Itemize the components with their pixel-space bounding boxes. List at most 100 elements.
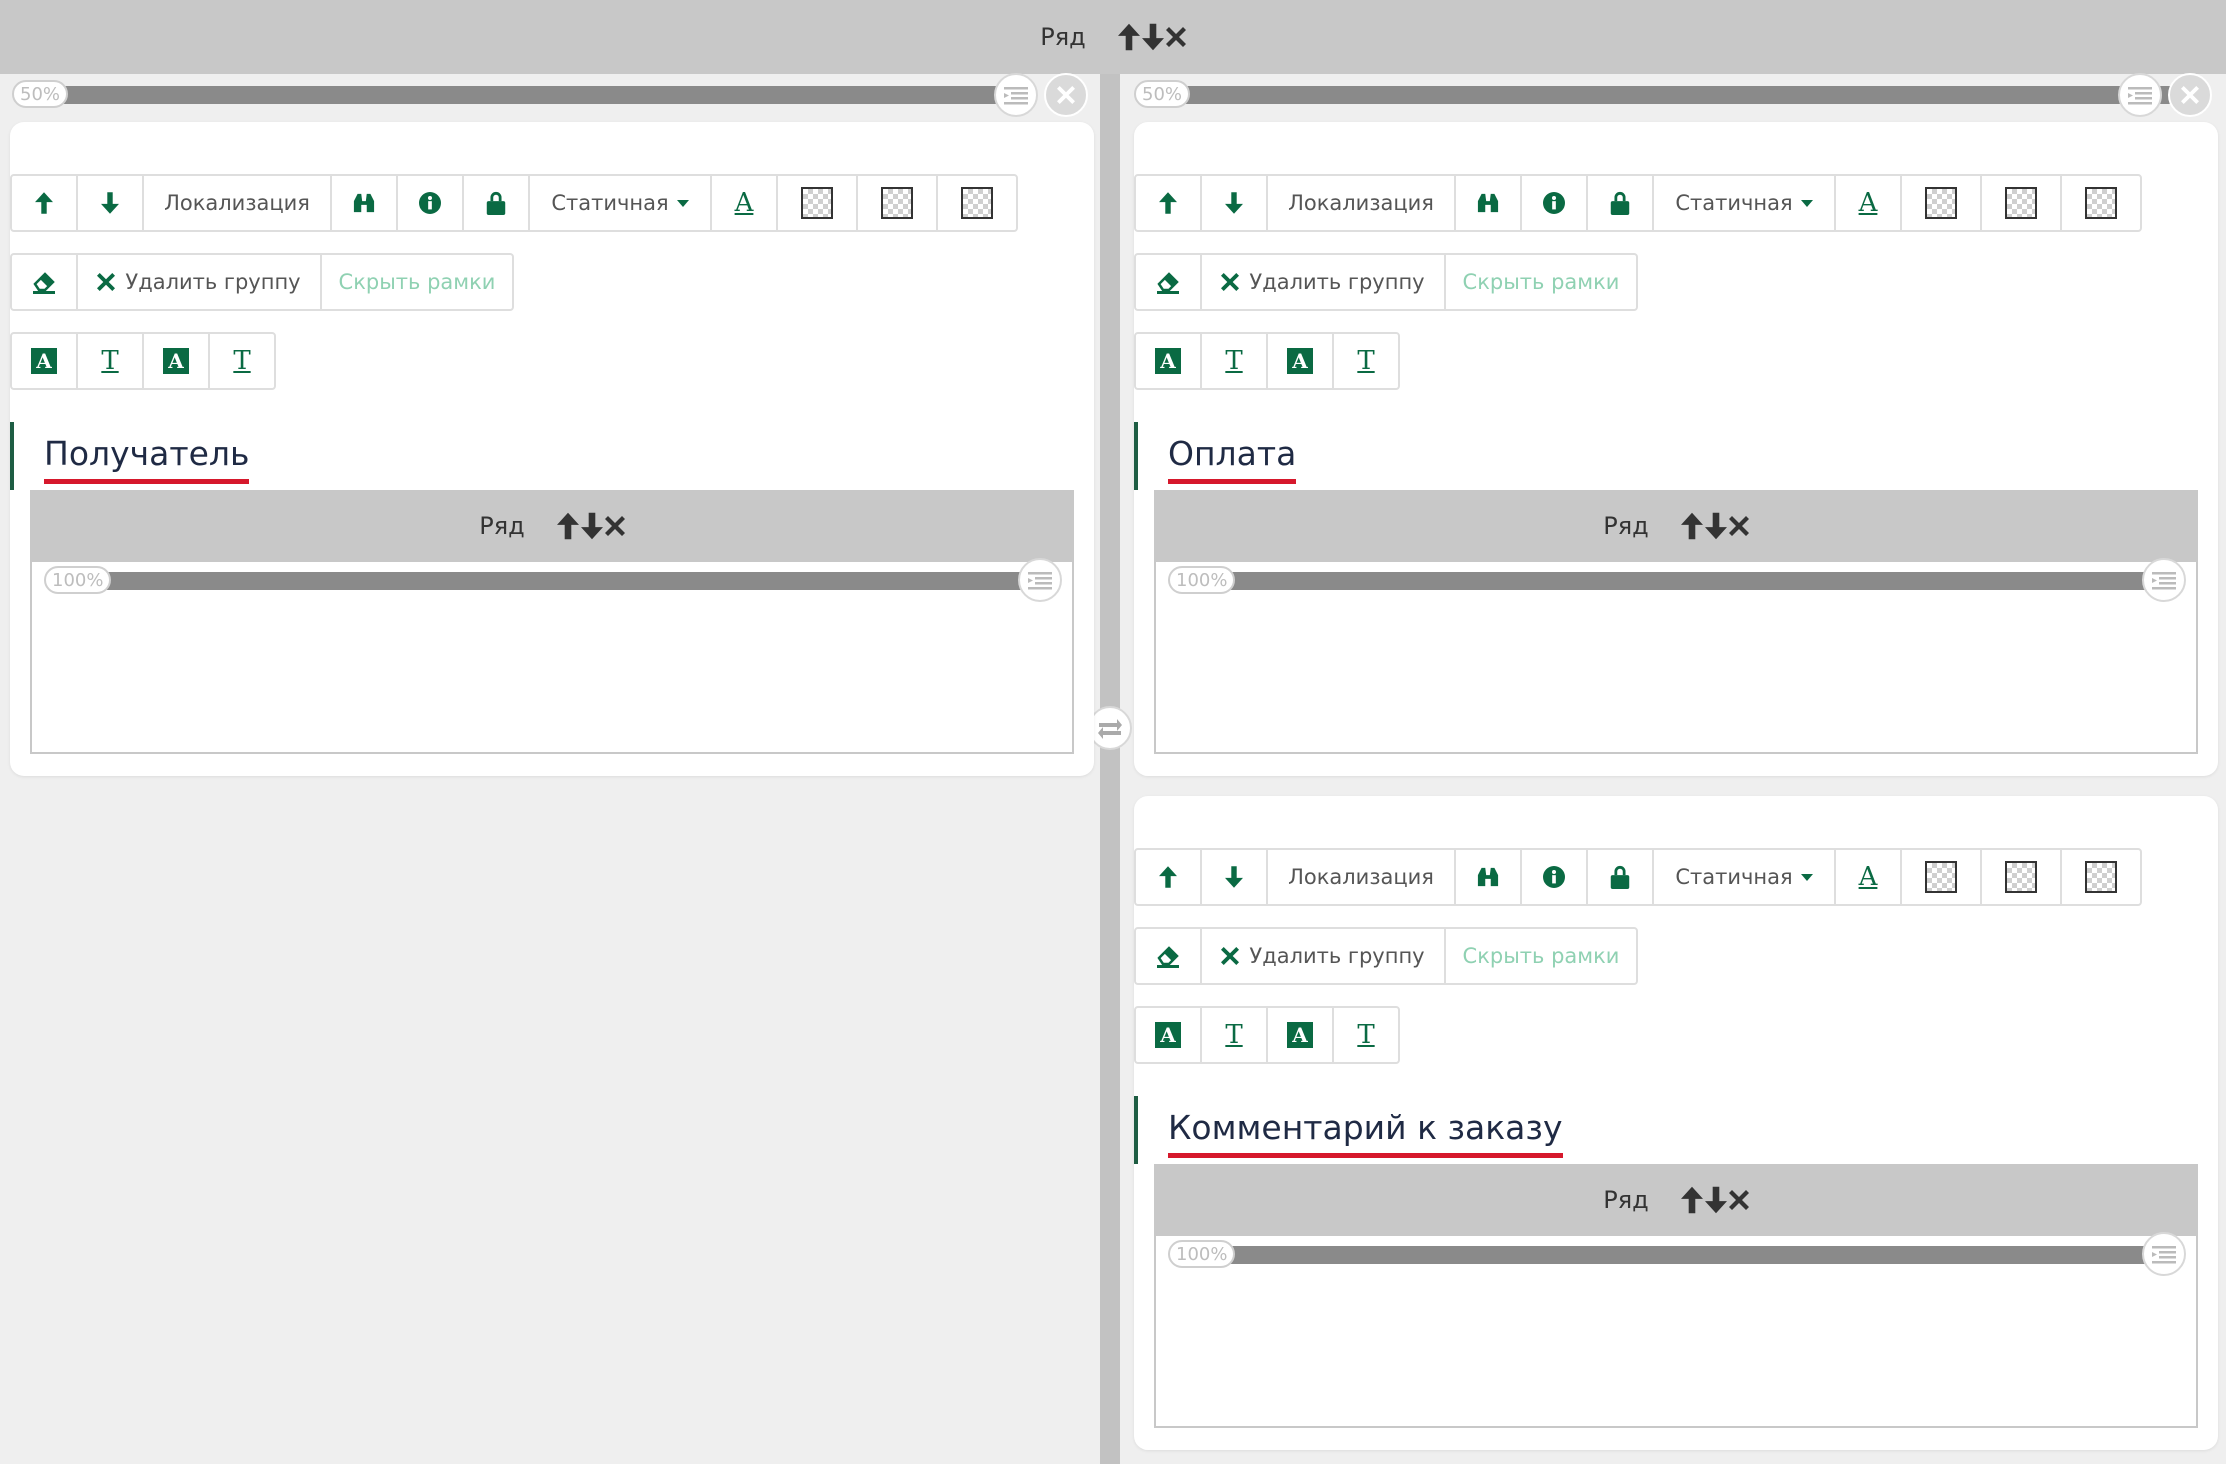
background-button[interactable] bbox=[776, 174, 858, 232]
group-toolbar-main: Локализация Статичная A bbox=[10, 174, 1018, 232]
lock-button[interactable] bbox=[462, 174, 530, 232]
column-width-bar[interactable] bbox=[60, 572, 1040, 590]
column-width-value: 100% bbox=[1176, 569, 1228, 591]
background-button[interactable] bbox=[1980, 174, 2062, 232]
column-width-bar[interactable] bbox=[1184, 572, 2164, 590]
delete-row-icon[interactable] bbox=[605, 516, 625, 536]
eraser-button[interactable] bbox=[1134, 927, 1202, 985]
move-group-up-button[interactable] bbox=[1134, 848, 1202, 906]
move-row-down-icon[interactable] bbox=[1705, 1186, 1727, 1214]
localization-button[interactable]: Локализация bbox=[142, 174, 332, 232]
title-text-button[interactable]: T bbox=[76, 332, 144, 390]
binoculars-button[interactable] bbox=[1454, 848, 1522, 906]
body-text-button[interactable]: T bbox=[1332, 1006, 1400, 1064]
top-row-header: Ряд bbox=[0, 0, 2226, 74]
delete-group-button[interactable]: Удалить группу bbox=[1200, 253, 1446, 311]
letter-t-icon: T bbox=[1225, 1020, 1243, 1050]
hide-frames-button[interactable]: Скрыть рамки bbox=[1444, 927, 1638, 985]
delete-row-icon[interactable] bbox=[1729, 516, 1749, 536]
lock-button[interactable] bbox=[1586, 848, 1654, 906]
move-row-up-icon[interactable] bbox=[557, 512, 579, 540]
move-row-down-icon[interactable] bbox=[1705, 512, 1727, 540]
localization-label: Локализация bbox=[1288, 865, 1434, 889]
text-color-button[interactable]: A bbox=[1834, 848, 1902, 906]
column-width-bar[interactable] bbox=[1152, 86, 2202, 104]
move-group-up-button[interactable] bbox=[10, 174, 78, 232]
hide-frames-button[interactable]: Скрыть рамки bbox=[1444, 253, 1638, 311]
letter-a-box-icon: A bbox=[1287, 1022, 1313, 1048]
background-button[interactable] bbox=[1900, 848, 1982, 906]
column-menu-icon[interactable] bbox=[2118, 73, 2162, 117]
lock-button[interactable] bbox=[1586, 174, 1654, 232]
transparent-icon bbox=[801, 187, 833, 219]
delete-group-button[interactable]: Удалить группу bbox=[76, 253, 322, 311]
column-menu-icon[interactable] bbox=[1018, 558, 1062, 602]
info-button[interactable] bbox=[1520, 174, 1588, 232]
background-button[interactable] bbox=[2060, 848, 2142, 906]
body-text-button[interactable]: T bbox=[208, 332, 276, 390]
column-width-bar[interactable] bbox=[30, 86, 1020, 104]
swap-columns-icon[interactable] bbox=[1088, 706, 1132, 750]
arrow-down-icon bbox=[1225, 866, 1243, 888]
hide-frames-button[interactable]: Скрыть рамки bbox=[320, 253, 514, 311]
eraser-button[interactable] bbox=[1134, 253, 1202, 311]
title-text-button[interactable]: T bbox=[1200, 332, 1268, 390]
move-group-down-button[interactable] bbox=[1200, 174, 1268, 232]
group-title[interactable]: Оплата bbox=[1168, 434, 1297, 484]
static-dropdown[interactable]: Статичная bbox=[528, 174, 712, 232]
move-row-up-icon[interactable] bbox=[1681, 1186, 1703, 1214]
column-close-icon[interactable] bbox=[2168, 73, 2212, 117]
column-width-value: 50% bbox=[20, 83, 61, 105]
title-color-button[interactable]: A bbox=[1134, 1006, 1202, 1064]
move-group-down-button[interactable] bbox=[1200, 848, 1268, 906]
background-button[interactable] bbox=[936, 174, 1018, 232]
title-color-button[interactable]: A bbox=[1134, 332, 1202, 390]
text-color-button[interactable]: A bbox=[710, 174, 778, 232]
move-row-up-icon[interactable] bbox=[1118, 23, 1140, 51]
lock-icon bbox=[485, 191, 507, 215]
move-group-down-button[interactable] bbox=[76, 174, 144, 232]
column-separator[interactable] bbox=[1100, 74, 1120, 1464]
column-width-bar[interactable] bbox=[1184, 1246, 2164, 1264]
info-button[interactable] bbox=[396, 174, 464, 232]
arrow-down-icon bbox=[1225, 192, 1243, 214]
background-button[interactable] bbox=[1980, 848, 2062, 906]
letter-a-box-icon: A bbox=[31, 348, 57, 374]
eraser-button[interactable] bbox=[10, 253, 78, 311]
body-color-button[interactable]: A bbox=[142, 332, 210, 390]
background-button[interactable] bbox=[1900, 174, 1982, 232]
text-color-button[interactable]: A bbox=[1834, 174, 1902, 232]
binoculars-button[interactable] bbox=[330, 174, 398, 232]
move-group-up-button[interactable] bbox=[1134, 174, 1202, 232]
move-row-down-icon[interactable] bbox=[581, 512, 603, 540]
static-dropdown[interactable]: Статичная bbox=[1652, 174, 1836, 232]
group-toolbar-main: Локализация Статичная A bbox=[1134, 848, 2142, 906]
column-menu-icon[interactable] bbox=[994, 73, 1038, 117]
body-color-button[interactable]: A bbox=[1266, 332, 1334, 390]
hide-frames-label: Скрыть рамки bbox=[1462, 270, 1620, 294]
static-dropdown[interactable]: Статичная bbox=[1652, 848, 1836, 906]
delete-row-icon[interactable] bbox=[1729, 1190, 1749, 1210]
delete-group-button[interactable]: Удалить группу bbox=[1200, 927, 1446, 985]
group-title[interactable]: Получатель bbox=[44, 434, 250, 484]
localization-button[interactable]: Локализация bbox=[1266, 174, 1456, 232]
column-menu-icon[interactable] bbox=[2142, 1232, 2186, 1276]
info-button[interactable] bbox=[1520, 848, 1588, 906]
column-width-badge: 100% bbox=[1168, 1240, 1236, 1268]
body-text-button[interactable]: T bbox=[1332, 332, 1400, 390]
group-title[interactable]: Комментарий к заказу bbox=[1168, 1108, 1563, 1158]
column-close-icon[interactable] bbox=[1044, 73, 1088, 117]
localization-button[interactable]: Локализация bbox=[1266, 848, 1456, 906]
group-toolbar-text: A T A T bbox=[10, 332, 276, 390]
background-button[interactable] bbox=[2060, 174, 2142, 232]
background-button[interactable] bbox=[856, 174, 938, 232]
move-row-down-icon[interactable] bbox=[1142, 23, 1164, 51]
binoculars-button[interactable] bbox=[1454, 174, 1522, 232]
body-color-button[interactable]: A bbox=[1266, 1006, 1334, 1064]
title-color-button[interactable]: A bbox=[10, 332, 78, 390]
move-row-up-icon[interactable] bbox=[1681, 512, 1703, 540]
title-text-button[interactable]: T bbox=[1200, 1006, 1268, 1064]
delete-row-icon[interactable] bbox=[1166, 27, 1186, 47]
column-menu-icon[interactable] bbox=[2142, 558, 2186, 602]
group-toolbar-actions: Удалить группу Скрыть рамки bbox=[1134, 927, 1638, 985]
